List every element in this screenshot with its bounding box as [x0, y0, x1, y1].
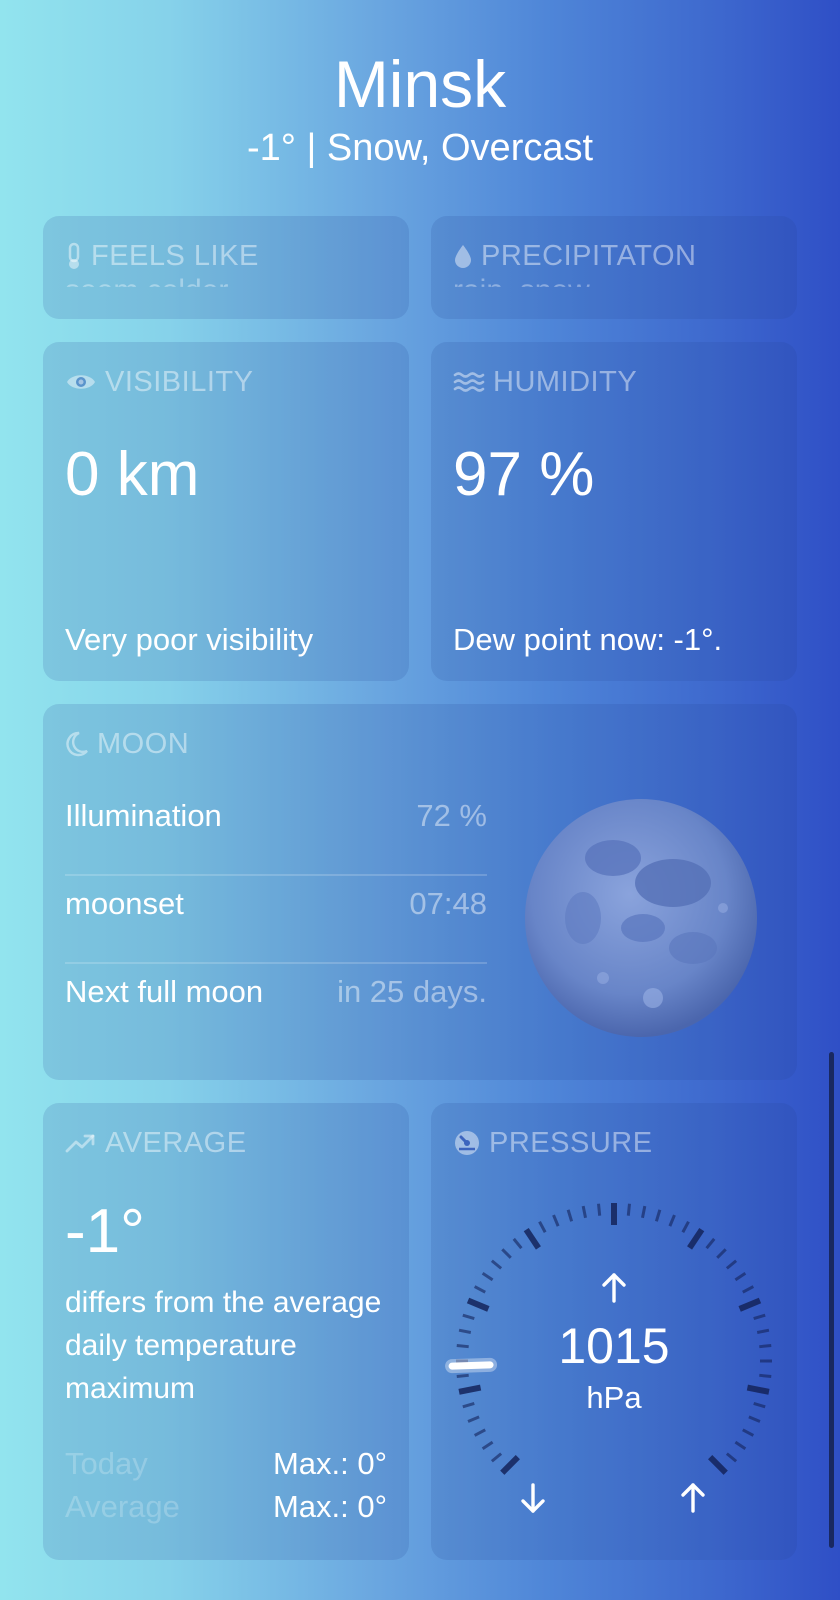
gauge-tick [512, 1237, 523, 1250]
gauge-tick [668, 1214, 676, 1227]
gauge-tick [538, 1220, 547, 1233]
gauge-tick [626, 1203, 631, 1216]
gauge-tick [725, 1259, 738, 1270]
gauge-tick [708, 1455, 728, 1475]
feels-like-label: FEELS LIKE [91, 239, 259, 272]
gauge-tick [581, 1205, 587, 1219]
crescent-moon-icon [65, 731, 89, 757]
average-label: AVERAGE [105, 1126, 247, 1159]
average-row-today: Today Max.: 0° [65, 1446, 387, 1482]
moon-title: MOON [65, 726, 189, 762]
precipitation-label: PRECIPITATON [481, 239, 697, 272]
average-value: -1° [65, 1197, 145, 1266]
precipitation-card[interactable]: PRECIPITATON rain, snow [431, 216, 797, 319]
gauge-tick [490, 1259, 503, 1270]
arrow-up-icon [678, 1481, 708, 1520]
gauge-tick [748, 1415, 761, 1423]
moon-row-label: Illumination [65, 798, 222, 833]
average-row-value: Max.: 0° [272, 1446, 387, 1481]
precipitation-partial-text: rain, snow [453, 274, 590, 307]
moon-row-label: Next full moon [65, 974, 264, 1009]
pressure-value: 1015 [558, 1318, 670, 1374]
pressure-unit: hPa [586, 1380, 642, 1415]
gauge-tick [705, 1237, 716, 1250]
gauge-tick [725, 1452, 738, 1463]
gauge-tick [742, 1428, 755, 1437]
gauge-tick [456, 1373, 469, 1378]
feels-like-partial-text: seem colder [65, 274, 229, 307]
scrollbar[interactable] [829, 1052, 834, 1548]
gauge-tick [687, 1227, 705, 1250]
gauge-tick [473, 1428, 486, 1437]
moon-row-value: 07:48 [409, 886, 487, 921]
average-card[interactable]: AVERAGE -1° differs from the average dai… [43, 1103, 409, 1560]
gauge-tick [490, 1452, 503, 1463]
average-title: AVERAGE [65, 1125, 247, 1161]
precipitation-title: PRECIPITATON [453, 238, 696, 274]
moon-card[interactable]: MOON Illumination 72 % moonset 07:48 Nex… [43, 704, 797, 1080]
average-row-label: Average [65, 1489, 180, 1524]
gauge-tick [552, 1214, 560, 1227]
moon-row-value: 72 % [416, 798, 487, 833]
moon-row-label: moonset [65, 886, 184, 921]
waves-icon [453, 370, 485, 394]
gauge-tick [734, 1440, 747, 1451]
gauge-tick [467, 1415, 480, 1423]
average-row-label: Today [65, 1446, 148, 1481]
gauge-tick [641, 1205, 647, 1219]
gauge-tick [681, 1220, 690, 1233]
pressure-card[interactable]: PRESSURE 1015 hPa [431, 1103, 797, 1560]
city-name: Minsk [333, 47, 507, 121]
visibility-title: VISIBILITY [65, 364, 253, 400]
weather-summary: -1° | Snow, Overcast [246, 127, 594, 169]
visibility-value: 0 km [65, 440, 200, 509]
moon-row-next-full-moon: Next full moon in 25 days. [65, 948, 487, 1036]
gauge-tick [500, 1455, 520, 1475]
average-row-average: Average Max.: 0° [65, 1489, 387, 1525]
moon-image [523, 798, 759, 1043]
moon-row-moonset: moonset 07:48 [65, 860, 487, 948]
arrow-down-icon [518, 1481, 548, 1520]
moon-row-illumination: Illumination 72 % [65, 772, 487, 860]
droplet-icon [453, 243, 473, 269]
humidity-value: 97 % [453, 440, 595, 509]
visibility-card[interactable]: VISIBILITY 0 km Very poor visibility [43, 342, 409, 681]
visibility-description: Very poor visibility [65, 622, 314, 657]
moon-label: MOON [97, 727, 190, 760]
trend-up-icon [65, 1132, 97, 1154]
gauge-tick [597, 1203, 602, 1216]
gauge-tick [654, 1209, 662, 1222]
gauge-tick [759, 1373, 772, 1378]
feels-like-card[interactable]: FEELS LIKE seem colder [43, 216, 409, 319]
visibility-label: VISIBILITY [105, 365, 254, 398]
eye-icon [65, 370, 97, 394]
feels-like-title: FEELS LIKE [65, 238, 259, 274]
humidity-title: HUMIDITY [453, 364, 637, 400]
gauge-tick [501, 1248, 512, 1259]
gauge-tick [523, 1227, 541, 1250]
humidity-card[interactable]: HUMIDITY 97 % Dew point now: -1°. [431, 342, 797, 681]
moon-row-value: in 25 days. [337, 974, 487, 1009]
arrow-up-icon [431, 1271, 797, 1308]
humidity-description: Dew point now: -1°. [453, 622, 723, 657]
average-row-value: Max.: 0° [272, 1489, 387, 1524]
gauge-tick [566, 1209, 574, 1222]
gauge-tick [481, 1440, 494, 1451]
humidity-label: HUMIDITY [493, 365, 638, 398]
thermometer-icon [65, 242, 83, 270]
gauge-tick [716, 1248, 727, 1259]
average-description: differs from the average daily temperatu… [65, 1286, 382, 1405]
